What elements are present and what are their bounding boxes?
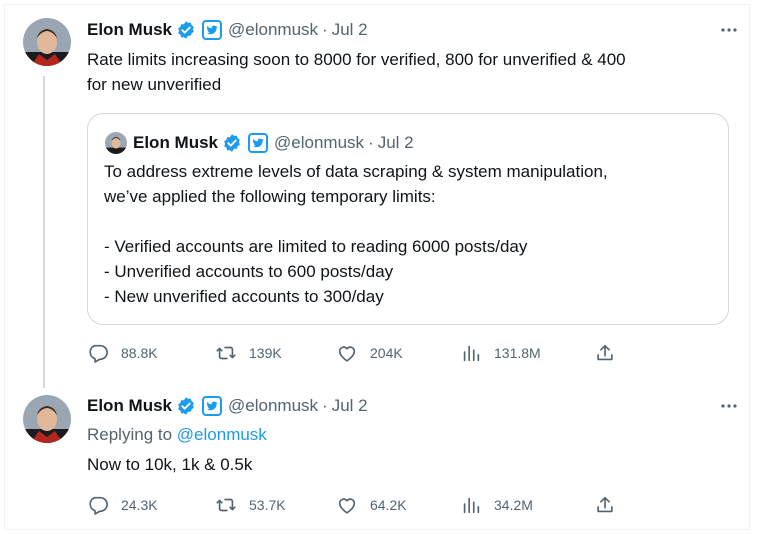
author-name[interactable]: Elon Musk bbox=[87, 396, 172, 416]
quoted-text-line: - Unverified accounts to 600 posts/day bbox=[104, 262, 394, 281]
views-count: 131.8M bbox=[494, 345, 541, 361]
reply-button[interactable]: 88.8K bbox=[87, 342, 158, 364]
twitter-bird-badge-icon bbox=[248, 133, 269, 153]
avatar[interactable] bbox=[23, 18, 71, 66]
repost-count: 139K bbox=[249, 345, 282, 361]
repost-count: 53.7K bbox=[249, 497, 286, 513]
tweet-text: Rate limits increasing soon to 8000 for … bbox=[87, 47, 737, 97]
quoted-tweet-date: Jul 2 bbox=[377, 133, 414, 152]
tweet-header: Elon Musk @elonmusk · Jul 2 bbox=[87, 18, 368, 42]
more-horizontal-icon[interactable] bbox=[717, 394, 741, 418]
reply-bubble-icon bbox=[87, 342, 109, 364]
quoted-avatar[interactable] bbox=[105, 132, 127, 154]
quoted-author-name: Elon Musk bbox=[133, 133, 219, 152]
like-count: 64.2K bbox=[370, 497, 407, 513]
views-button[interactable]: 34.2M bbox=[460, 494, 533, 516]
repost-icon bbox=[215, 342, 237, 364]
separator-dot: · bbox=[368, 133, 374, 152]
share-button[interactable] bbox=[594, 494, 616, 516]
reply-count: 24.3K bbox=[121, 497, 158, 513]
verified-badge-icon bbox=[176, 20, 196, 40]
share-icon bbox=[594, 494, 616, 516]
author-handle[interactable]: @elonmusk bbox=[228, 396, 318, 416]
more-horizontal-icon[interactable] bbox=[717, 18, 741, 42]
reply-bubble-icon bbox=[87, 494, 109, 516]
twitter-bird-badge-icon[interactable] bbox=[202, 396, 223, 416]
replying-to-label: Replying to bbox=[87, 425, 173, 444]
author-name[interactable]: Elon Musk bbox=[87, 20, 172, 40]
quoted-text-line: we’ve applied the following temporary li… bbox=[104, 187, 436, 206]
quoted-text-line: To address extreme levels of data scrapi… bbox=[104, 162, 608, 181]
heart-icon bbox=[336, 494, 358, 516]
quoted-text-line: - New unverified accounts to 300/day bbox=[104, 287, 384, 306]
quoted-text-line: - Verified accounts are limited to readi… bbox=[104, 237, 528, 256]
tweet-header: Elon Musk @elonmusk · Jul 2 bbox=[87, 394, 368, 418]
replying-to-handle-link[interactable]: @elonmusk bbox=[177, 425, 267, 444]
share-icon bbox=[594, 342, 616, 364]
separator-dot: · bbox=[322, 396, 328, 415]
repost-icon bbox=[215, 494, 237, 516]
verified-badge-icon bbox=[222, 133, 242, 153]
heart-icon bbox=[336, 342, 358, 364]
author-handle[interactable]: @elonmusk bbox=[228, 20, 318, 40]
like-count: 204K bbox=[370, 345, 403, 361]
tweet-date[interactable]: Jul 2 bbox=[332, 396, 368, 416]
replying-to: Replying to @elonmusk bbox=[87, 425, 267, 445]
thread-connector-line bbox=[43, 76, 45, 388]
repost-button[interactable]: 53.7K bbox=[215, 494, 286, 516]
views-button[interactable]: 131.8M bbox=[460, 342, 541, 364]
twitter-bird-badge-icon[interactable] bbox=[202, 20, 223, 40]
share-button[interactable] bbox=[594, 342, 616, 364]
like-button[interactable]: 64.2K bbox=[336, 494, 407, 516]
reply-button[interactable]: 24.3K bbox=[87, 494, 158, 516]
tweet-text-line: Rate limits increasing soon to 8000 for … bbox=[87, 50, 626, 69]
quoted-tweet-text: To address extreme levels of data scrapi… bbox=[104, 159, 714, 309]
like-button[interactable]: 204K bbox=[336, 342, 403, 364]
quoted-text-line bbox=[104, 209, 714, 234]
tweet-text: Now to 10k, 1k & 0.5k bbox=[87, 455, 253, 474]
tweet-text-line: for new unverified bbox=[87, 75, 222, 94]
repost-button[interactable]: 139K bbox=[215, 342, 282, 364]
verified-badge-icon bbox=[176, 396, 196, 416]
quoted-author-handle: @elonmusk bbox=[274, 133, 365, 152]
bar-chart-icon bbox=[460, 494, 482, 516]
reply-count: 88.8K bbox=[121, 345, 158, 361]
separator-dot: · bbox=[322, 20, 328, 39]
quoted-tweet[interactable]: Elon Musk @elonmusk · Jul 2 To address e… bbox=[87, 113, 729, 325]
bar-chart-icon bbox=[460, 342, 482, 364]
views-count: 34.2M bbox=[494, 497, 533, 513]
tweet-date[interactable]: Jul 2 bbox=[332, 20, 368, 40]
quoted-tweet-header: Elon Musk @elonmusk · Jul 2 bbox=[133, 131, 414, 155]
avatar[interactable] bbox=[23, 395, 71, 443]
